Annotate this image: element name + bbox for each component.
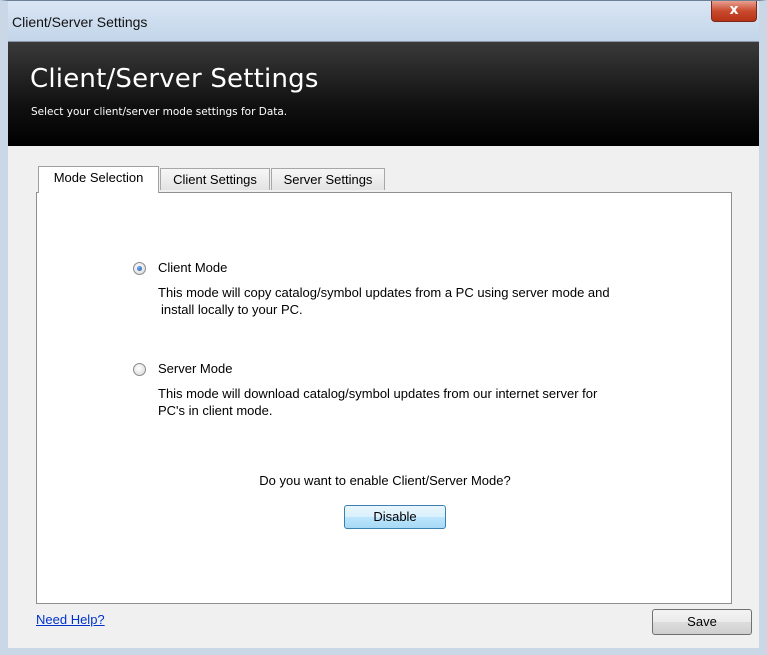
tab-client-settings[interactable]: Client Settings	[160, 168, 270, 190]
need-help-link[interactable]: Need Help?	[36, 612, 105, 627]
window-title: Client/Server Settings	[12, 14, 148, 30]
client-mode-description-line: This mode will copy catalog/symbol updat…	[158, 285, 610, 300]
banner-subtitle: Select your client/server mode settings …	[31, 106, 288, 118]
tab-label: Mode Selection	[53, 170, 144, 185]
tab-label: Server Settings	[283, 172, 373, 187]
client-mode-label[interactable]: Client Mode	[158, 260, 227, 275]
header-banner: Client/Server Settings Select your clien…	[8, 42, 759, 146]
dialog-window: Client/Server Settings x Client/Server S…	[0, 0, 767, 655]
mode-selection-panel: Client Mode This mode will copy catalog/…	[36, 192, 732, 604]
close-button[interactable]: x	[711, 1, 757, 22]
server-mode-description: This mode will download catalog/symbol u…	[158, 385, 698, 419]
client-mode-description: This mode will copy catalog/symbol updat…	[158, 284, 698, 318]
server-mode-radio[interactable]	[133, 363, 146, 376]
server-mode-description-line: This mode will download catalog/symbol u…	[158, 386, 598, 401]
dialog-content: Client/Server Settings Select your clien…	[8, 41, 759, 648]
client-mode-description-line: install locally to your PC.	[161, 302, 303, 317]
save-button[interactable]: Save	[652, 609, 752, 635]
tab-label: Client Settings	[173, 172, 257, 187]
server-mode-label[interactable]: Server Mode	[158, 361, 232, 376]
tab-mode-selection[interactable]: Mode Selection	[38, 166, 159, 193]
save-button-label: Save	[687, 614, 717, 629]
title-bar[interactable]: Client/Server Settings x	[8, 1, 759, 41]
tab-server-settings[interactable]: Server Settings	[271, 168, 385, 190]
server-mode-description-line: PC's in client mode.	[158, 403, 273, 418]
close-icon: x	[729, 2, 739, 18]
client-mode-radio[interactable]	[133, 262, 146, 275]
banner-title: Client/Server Settings	[30, 64, 319, 94]
disable-button-label: Disable	[373, 509, 417, 524]
enable-question: Do you want to enable Client/Server Mode…	[259, 473, 511, 488]
disable-button[interactable]: Disable	[344, 505, 446, 529]
